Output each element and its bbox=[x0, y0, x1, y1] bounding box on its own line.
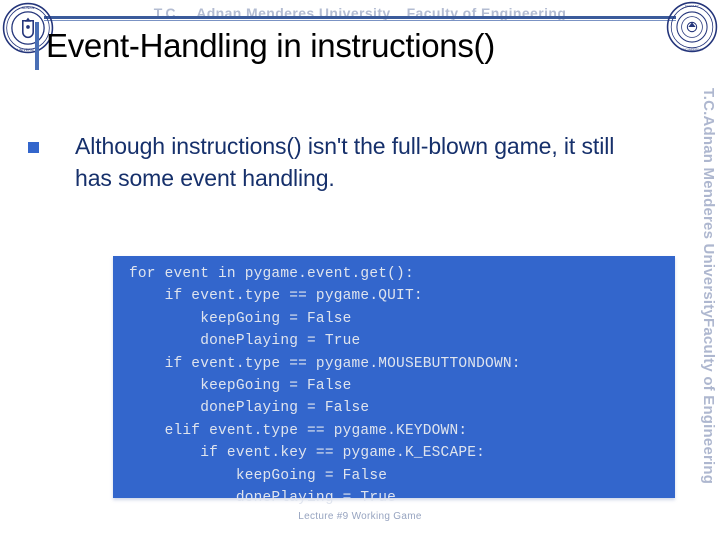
page-title: Event-Handling in instructions() bbox=[46, 27, 495, 64]
square-bullet-icon bbox=[28, 142, 39, 153]
code-block: for event in pygame.event.get(): if even… bbox=[113, 256, 675, 506]
bullet-item-text: Although instructions() isn't the full-b… bbox=[75, 133, 615, 191]
header-divider-rule bbox=[44, 16, 676, 19]
faculty-seal-icon: FACULTY ENGINEERING bbox=[666, 1, 718, 53]
title-accent-bar bbox=[35, 22, 39, 70]
code-block-text: for event in pygame.event.get(): if even… bbox=[129, 266, 521, 507]
svg-text:ENGINEERING: ENGINEERING bbox=[681, 47, 703, 51]
bullet-list-item: Although instructions() isn't the full-b… bbox=[28, 130, 648, 194]
vertical-watermark: T.C. Adnan Menderes University Faculty of … bbox=[695, 88, 720, 488]
svg-text:FACULTY: FACULTY bbox=[685, 4, 699, 8]
svg-text:ADNAN: ADNAN bbox=[22, 6, 35, 10]
slide-canvas: T.C. Adnan Menderes University Faculty of … bbox=[0, 0, 720, 540]
vertical-watermark-text: T.C. Adnan Menderes University Faculty of … bbox=[700, 88, 717, 485]
slide-footer: Lecture #9 Working Game bbox=[298, 511, 422, 522]
header-divider-rule-thin bbox=[44, 20, 676, 21]
